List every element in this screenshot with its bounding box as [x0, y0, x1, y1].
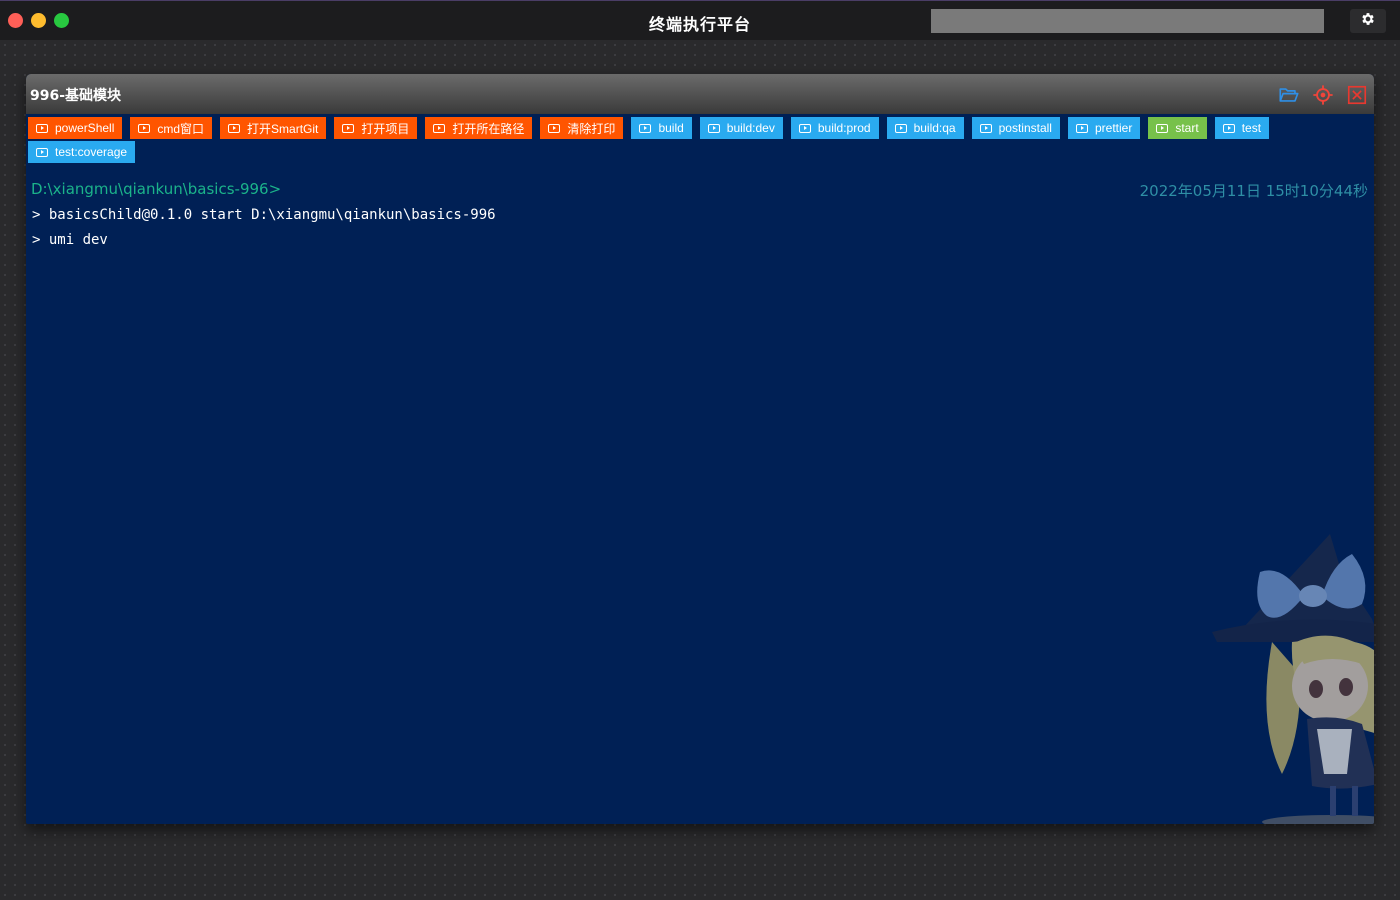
command-button-build-dev[interactable]: build:dev: [699, 117, 783, 139]
play-icon: [707, 123, 720, 133]
command-button-label: 清除打印: [567, 121, 616, 136]
play-icon: [894, 123, 907, 133]
command-button-label: postinstall: [998, 121, 1052, 135]
play-icon: [1156, 123, 1169, 133]
command-button-test-coverage[interactable]: test:coverage: [28, 141, 136, 163]
command-button-label: 打开SmartGit: [247, 121, 319, 136]
play-icon: [1222, 123, 1235, 133]
command-button-label: prettier: [1094, 121, 1133, 135]
command-button-label: test: [1241, 121, 1262, 135]
close-box-icon[interactable]: [1346, 84, 1368, 106]
command-button-[interactable]: 打开项目: [334, 117, 418, 139]
terminal-output-line: > umi dev: [32, 232, 108, 248]
command-button-powershell[interactable]: powerShell: [28, 117, 123, 139]
command-button-label: test:coverage: [55, 145, 128, 159]
command-button-[interactable]: 清除打印: [540, 117, 624, 139]
settings-button[interactable]: [1350, 9, 1386, 33]
command-button-postinstall[interactable]: postinstall: [971, 117, 1060, 139]
command-button-label: 打开项目: [361, 121, 410, 136]
mascot-illustration: [1212, 524, 1374, 824]
command-button-build-qa[interactable]: build:qa: [886, 117, 964, 139]
command-button-[interactable]: 打开所在路径: [425, 117, 533, 139]
play-icon: [979, 123, 992, 133]
command-button-build-prod[interactable]: build:prod: [790, 117, 879, 139]
command-button-label: build:dev: [726, 121, 775, 135]
command-button-label: start: [1175, 121, 1199, 135]
search-input[interactable]: [931, 9, 1324, 33]
terminal-output-line: > basicsChild@0.1.0 start D:\xiangmu\qia…: [32, 207, 496, 223]
play-icon: [138, 123, 151, 133]
command-button-cmd[interactable]: cmd窗口: [130, 117, 213, 139]
terminal-prompt: D:\xiangmu\qiankun\basics-996>: [31, 180, 282, 198]
terminal-timestamp: 2022年05月11日 15时10分44秒: [1139, 182, 1368, 200]
panel-title: 996-基础模块: [30, 88, 122, 104]
command-button-label: build:prod: [817, 121, 871, 135]
command-button-prettier[interactable]: prettier: [1067, 117, 1141, 139]
play-icon: [1075, 123, 1088, 133]
play-icon: [342, 123, 355, 133]
command-button-label: cmd窗口: [157, 121, 205, 136]
play-icon: [228, 123, 241, 133]
play-icon: [639, 123, 652, 133]
command-button-start[interactable]: start: [1148, 117, 1207, 139]
play-icon: [433, 123, 446, 133]
folder-open-icon[interactable]: [1278, 84, 1300, 106]
command-button-smartgit[interactable]: 打开SmartGit: [220, 117, 327, 139]
command-button-label: 打开所在路径: [452, 121, 525, 136]
play-icon: [36, 147, 48, 157]
command-button-test[interactable]: test: [1214, 117, 1270, 139]
play-icon: [798, 123, 811, 133]
command-button-label: build:qa: [913, 121, 956, 135]
gear-icon: [1360, 11, 1376, 31]
play-icon: [548, 123, 561, 133]
command-button-label: build: [658, 121, 684, 135]
command-button-label: powerShell: [55, 121, 115, 135]
command-button-build[interactable]: build: [631, 117, 692, 139]
locate-icon[interactable]: [1312, 84, 1334, 106]
terminal-panel: 996-基础模块 powerShell cmd窗口 打开SmartGit 打开项目 打开…: [26, 74, 1374, 824]
panel-header: 996-基础模块: [26, 74, 1374, 114]
title-bar: 终端执行平台: [0, 0, 1400, 40]
command-button-bar: powerShell cmd窗口 打开SmartGit 打开项目 打开所在路径 清除打印 b…: [28, 117, 1348, 163]
play-icon: [36, 123, 48, 133]
